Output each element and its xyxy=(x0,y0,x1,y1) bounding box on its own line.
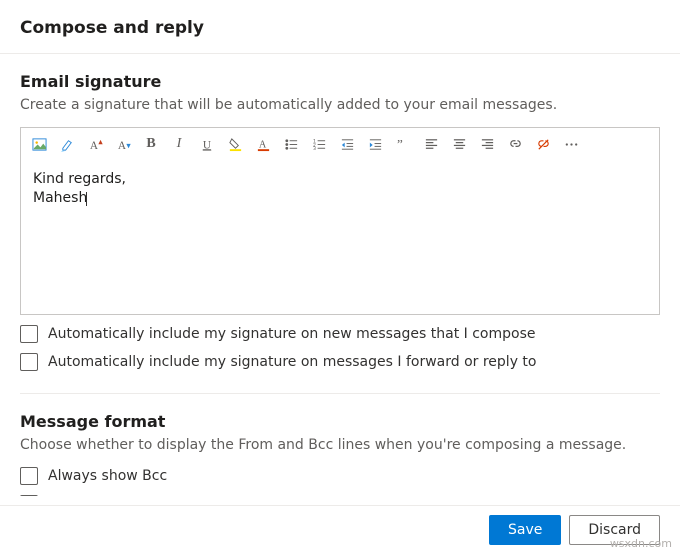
svg-text:U: U xyxy=(202,139,210,151)
link-icon[interactable] xyxy=(507,136,523,152)
signature-textarea[interactable]: Kind regards, Mahesh xyxy=(21,160,659,314)
signature-line2: Mahesh xyxy=(33,189,647,208)
font-size-inc-icon[interactable]: A▲ xyxy=(87,136,103,152)
checkbox-bcc[interactable] xyxy=(20,467,38,485)
more-icon[interactable] xyxy=(563,136,579,152)
svg-text:”: ” xyxy=(396,137,402,151)
bullet-list-icon[interactable] xyxy=(283,136,299,152)
checkbox-signature-new[interactable] xyxy=(20,325,38,343)
dialog-content: Email signature Create a signature that … xyxy=(0,54,680,496)
indent-icon[interactable] xyxy=(367,136,383,152)
checkbox-signature-reply[interactable] xyxy=(20,353,38,371)
highlighter-icon[interactable] xyxy=(59,136,75,152)
signature-editor: A▲ A▼ B I U A 123 ” Kind regards, Mahesh xyxy=(20,127,660,315)
signature-line1: Kind regards, xyxy=(33,170,647,189)
highlight-color-icon[interactable] xyxy=(227,136,243,152)
svg-text:A: A xyxy=(258,139,266,150)
number-list-icon[interactable]: 123 xyxy=(311,136,327,152)
checkbox-row-reply: Automatically include my signature on me… xyxy=(20,353,660,371)
svg-text:▼: ▼ xyxy=(126,143,131,149)
dialog-title: Compose and reply xyxy=(20,18,204,38)
section-desc-format: Choose whether to display the From and B… xyxy=(20,437,660,453)
editor-toolbar: A▲ A▼ B I U A 123 ” xyxy=(21,128,659,160)
section-divider xyxy=(20,393,660,394)
checkbox-row-new: Automatically include my signature on ne… xyxy=(20,325,660,343)
align-left-icon[interactable] xyxy=(423,136,439,152)
quote-icon[interactable]: ” xyxy=(395,136,411,152)
checkbox-row-bcc: Always show Bcc xyxy=(20,467,660,485)
section-desc-signature: Create a signature that will be automati… xyxy=(20,97,660,113)
align-right-icon[interactable] xyxy=(479,136,495,152)
dialog-header: Compose and reply xyxy=(0,0,680,54)
discard-button[interactable]: Discard xyxy=(569,515,660,545)
svg-text:3: 3 xyxy=(312,146,315,152)
checkbox-label-new[interactable]: Automatically include my signature on ne… xyxy=(48,326,536,342)
dialog-footer: Save Discard xyxy=(0,505,680,554)
unlink-icon[interactable] xyxy=(535,136,551,152)
font-size-dec-icon[interactable]: A▼ xyxy=(115,136,131,152)
checkbox-label-reply[interactable]: Automatically include my signature on me… xyxy=(48,354,537,370)
checkbox-row-from: Always show From xyxy=(20,495,660,496)
align-center-icon[interactable] xyxy=(451,136,467,152)
checkbox-label-bcc[interactable]: Always show Bcc xyxy=(48,468,167,484)
underline-icon[interactable]: U xyxy=(199,136,215,152)
section-title-signature: Email signature xyxy=(20,72,660,91)
font-color-icon[interactable]: A xyxy=(255,136,271,152)
insert-image-icon[interactable] xyxy=(31,136,47,152)
close-icon[interactable] xyxy=(648,14,660,41)
save-button[interactable]: Save xyxy=(489,515,561,545)
section-title-format: Message format xyxy=(20,412,660,431)
outdent-icon[interactable] xyxy=(339,136,355,152)
italic-icon[interactable]: I xyxy=(171,136,187,152)
svg-text:▲: ▲ xyxy=(98,139,103,145)
bold-icon[interactable]: B xyxy=(143,136,159,152)
checkbox-from[interactable] xyxy=(20,495,38,496)
